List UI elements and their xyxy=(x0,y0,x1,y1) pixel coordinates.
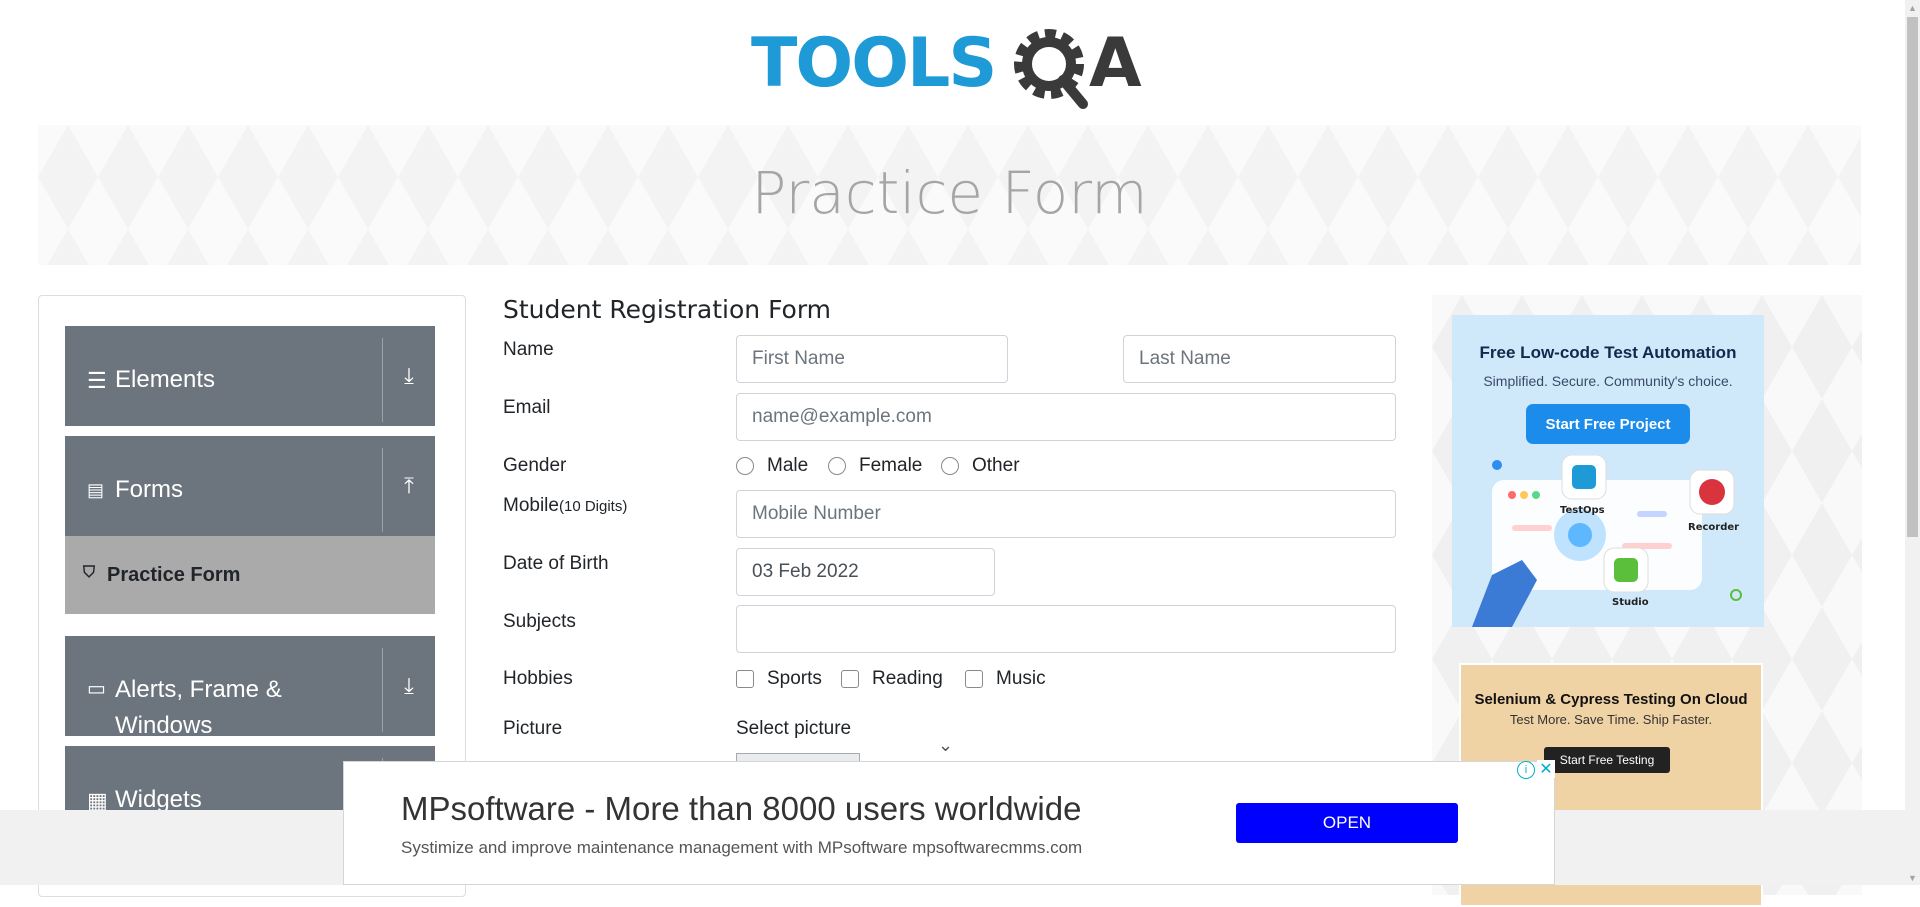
download-arrow-icon[interactable]: ⤓ xyxy=(383,636,435,736)
page-banner: Practice Form xyxy=(38,125,1861,265)
hobby-checkbox-reading[interactable]: Reading xyxy=(841,668,943,690)
checkbox[interactable] xyxy=(841,670,859,688)
start-free-testing-button[interactable]: Start Free Testing xyxy=(1544,747,1670,773)
sidebar-group-label: Alerts, Frame & Windows xyxy=(115,676,282,739)
hobby-checkbox-sports[interactable]: Sports xyxy=(736,668,822,690)
checkbox[interactable] xyxy=(965,670,983,688)
dob-label: Date of Birth xyxy=(503,553,609,574)
sidebar-item-practice-form[interactable]: ⛉ Practice Form xyxy=(65,536,435,614)
radio-button[interactable] xyxy=(941,457,959,475)
open-button[interactable]: OPEN xyxy=(1236,803,1458,843)
close-icon[interactable]: ✕ xyxy=(1537,760,1555,778)
bottom-anchor-ad[interactable]: MPsoftware - More than 8000 users worldw… xyxy=(343,761,1555,885)
ad-illustration: TestOps Recorder Studio xyxy=(1472,455,1742,627)
logo-text-a: A xyxy=(1089,24,1142,103)
page-title: Practice Form xyxy=(751,159,1148,227)
upload-arrow-icon[interactable]: ⤒ xyxy=(383,436,435,536)
subjects-label: Subjects xyxy=(503,611,576,632)
sidebar-group-elements[interactable]: ☰ Elements ⤓ xyxy=(65,326,435,426)
ad-title: Selenium & Cypress Testing On Cloud xyxy=(1474,691,1748,708)
start-free-project-button[interactable]: Start Free Project xyxy=(1526,404,1690,444)
logo-text-tools: TOOLS xyxy=(751,24,995,103)
checkbox-label: Music xyxy=(996,668,1046,689)
ad-subtitle: Test More. Save Time. Ship Faster. xyxy=(1509,712,1713,727)
scroll-down-arrow-icon[interactable]: ▼ xyxy=(1905,870,1920,885)
picture-label: Picture xyxy=(503,718,563,739)
scroll-thumb[interactable] xyxy=(1907,17,1918,537)
sidebar-group-alerts[interactable]: ▭ Alerts, Frame & Windows ⤓ xyxy=(65,636,435,739)
katalon-ad[interactable]: Free Low-code Test Automation Simplified… xyxy=(1452,315,1764,627)
gender-radio-female[interactable]: Female xyxy=(828,455,922,477)
ad-title: Free Low-code Test Automation xyxy=(1479,343,1737,362)
gender-radio-male[interactable]: Male xyxy=(736,455,808,477)
radio-label: Female xyxy=(859,455,923,476)
sidebar-group-forms[interactable]: ▤ Forms ⤒ xyxy=(65,436,435,536)
mobile-hint: (10 Digits) xyxy=(558,498,628,515)
checkbox[interactable] xyxy=(736,670,754,688)
sidebar-group-label: Elements xyxy=(115,366,216,393)
ad-label-studio: Studio xyxy=(1612,597,1649,608)
radio-label: Male xyxy=(767,455,809,476)
scroll-up-arrow-icon[interactable]: ▲ xyxy=(1905,0,1920,15)
ad-label-recorder: Recorder xyxy=(1688,522,1739,533)
gender-label: Gender xyxy=(503,455,567,476)
toolsqa-logo[interactable]: TOOLS A xyxy=(751,18,1153,113)
window-icon: ▭ xyxy=(87,678,106,700)
email-input[interactable]: name@example.com xyxy=(736,393,1396,441)
chevron-down-icon: ⌄ xyxy=(938,735,954,755)
ad-title: MPsoftware - More than 8000 users worldw… xyxy=(401,790,1082,827)
html5-icon: ⛉ xyxy=(83,564,96,581)
gender-radio-other[interactable]: Other xyxy=(941,455,1020,477)
ad-subtitle: Simplified. Secure. Community's choice. xyxy=(1483,373,1733,389)
document-icon: ▤ xyxy=(87,480,105,500)
email-label: Email xyxy=(503,397,551,418)
mobile-input[interactable]: Mobile Number xyxy=(736,490,1396,538)
download-arrow-icon[interactable]: ⤓ xyxy=(383,326,435,426)
hamburger-icon: ☰ xyxy=(87,368,107,393)
hobby-checkbox-music[interactable]: Music xyxy=(965,668,1046,690)
hobbies-label: Hobbies xyxy=(503,668,573,689)
mobile-label: Mobile(10 Digits) xyxy=(503,495,627,517)
checkbox-label: Reading xyxy=(872,668,943,689)
ad-info-icon[interactable]: i xyxy=(1517,761,1535,779)
checkbox-label: Sports xyxy=(767,668,822,689)
page-scrollbar[interactable]: ▲ ▼ xyxy=(1905,0,1920,885)
gear-icon xyxy=(1014,29,1088,109)
radio-button[interactable] xyxy=(828,457,846,475)
radio-label: Other xyxy=(972,455,1020,476)
select-picture-label: Select picture xyxy=(736,718,852,739)
name-label: Name xyxy=(503,339,554,360)
sidebar-group-label: Forms xyxy=(115,476,183,503)
form-title: Student Registration Form xyxy=(503,295,832,324)
sidebar-item-label: Practice Form xyxy=(107,564,241,586)
radio-button[interactable] xyxy=(736,457,754,475)
dob-input[interactable]: 03 Feb 2022 xyxy=(736,548,995,596)
ad-label-testops: TestOps xyxy=(1560,505,1605,516)
subjects-input[interactable] xyxy=(736,605,1396,653)
mobile-label-text: Mobile xyxy=(503,495,559,516)
last-name-input[interactable]: Last Name xyxy=(1123,335,1396,383)
ad-subtitle: Systimize and improve maintenance manage… xyxy=(401,838,1083,857)
first-name-input[interactable]: First Name xyxy=(736,335,1008,383)
